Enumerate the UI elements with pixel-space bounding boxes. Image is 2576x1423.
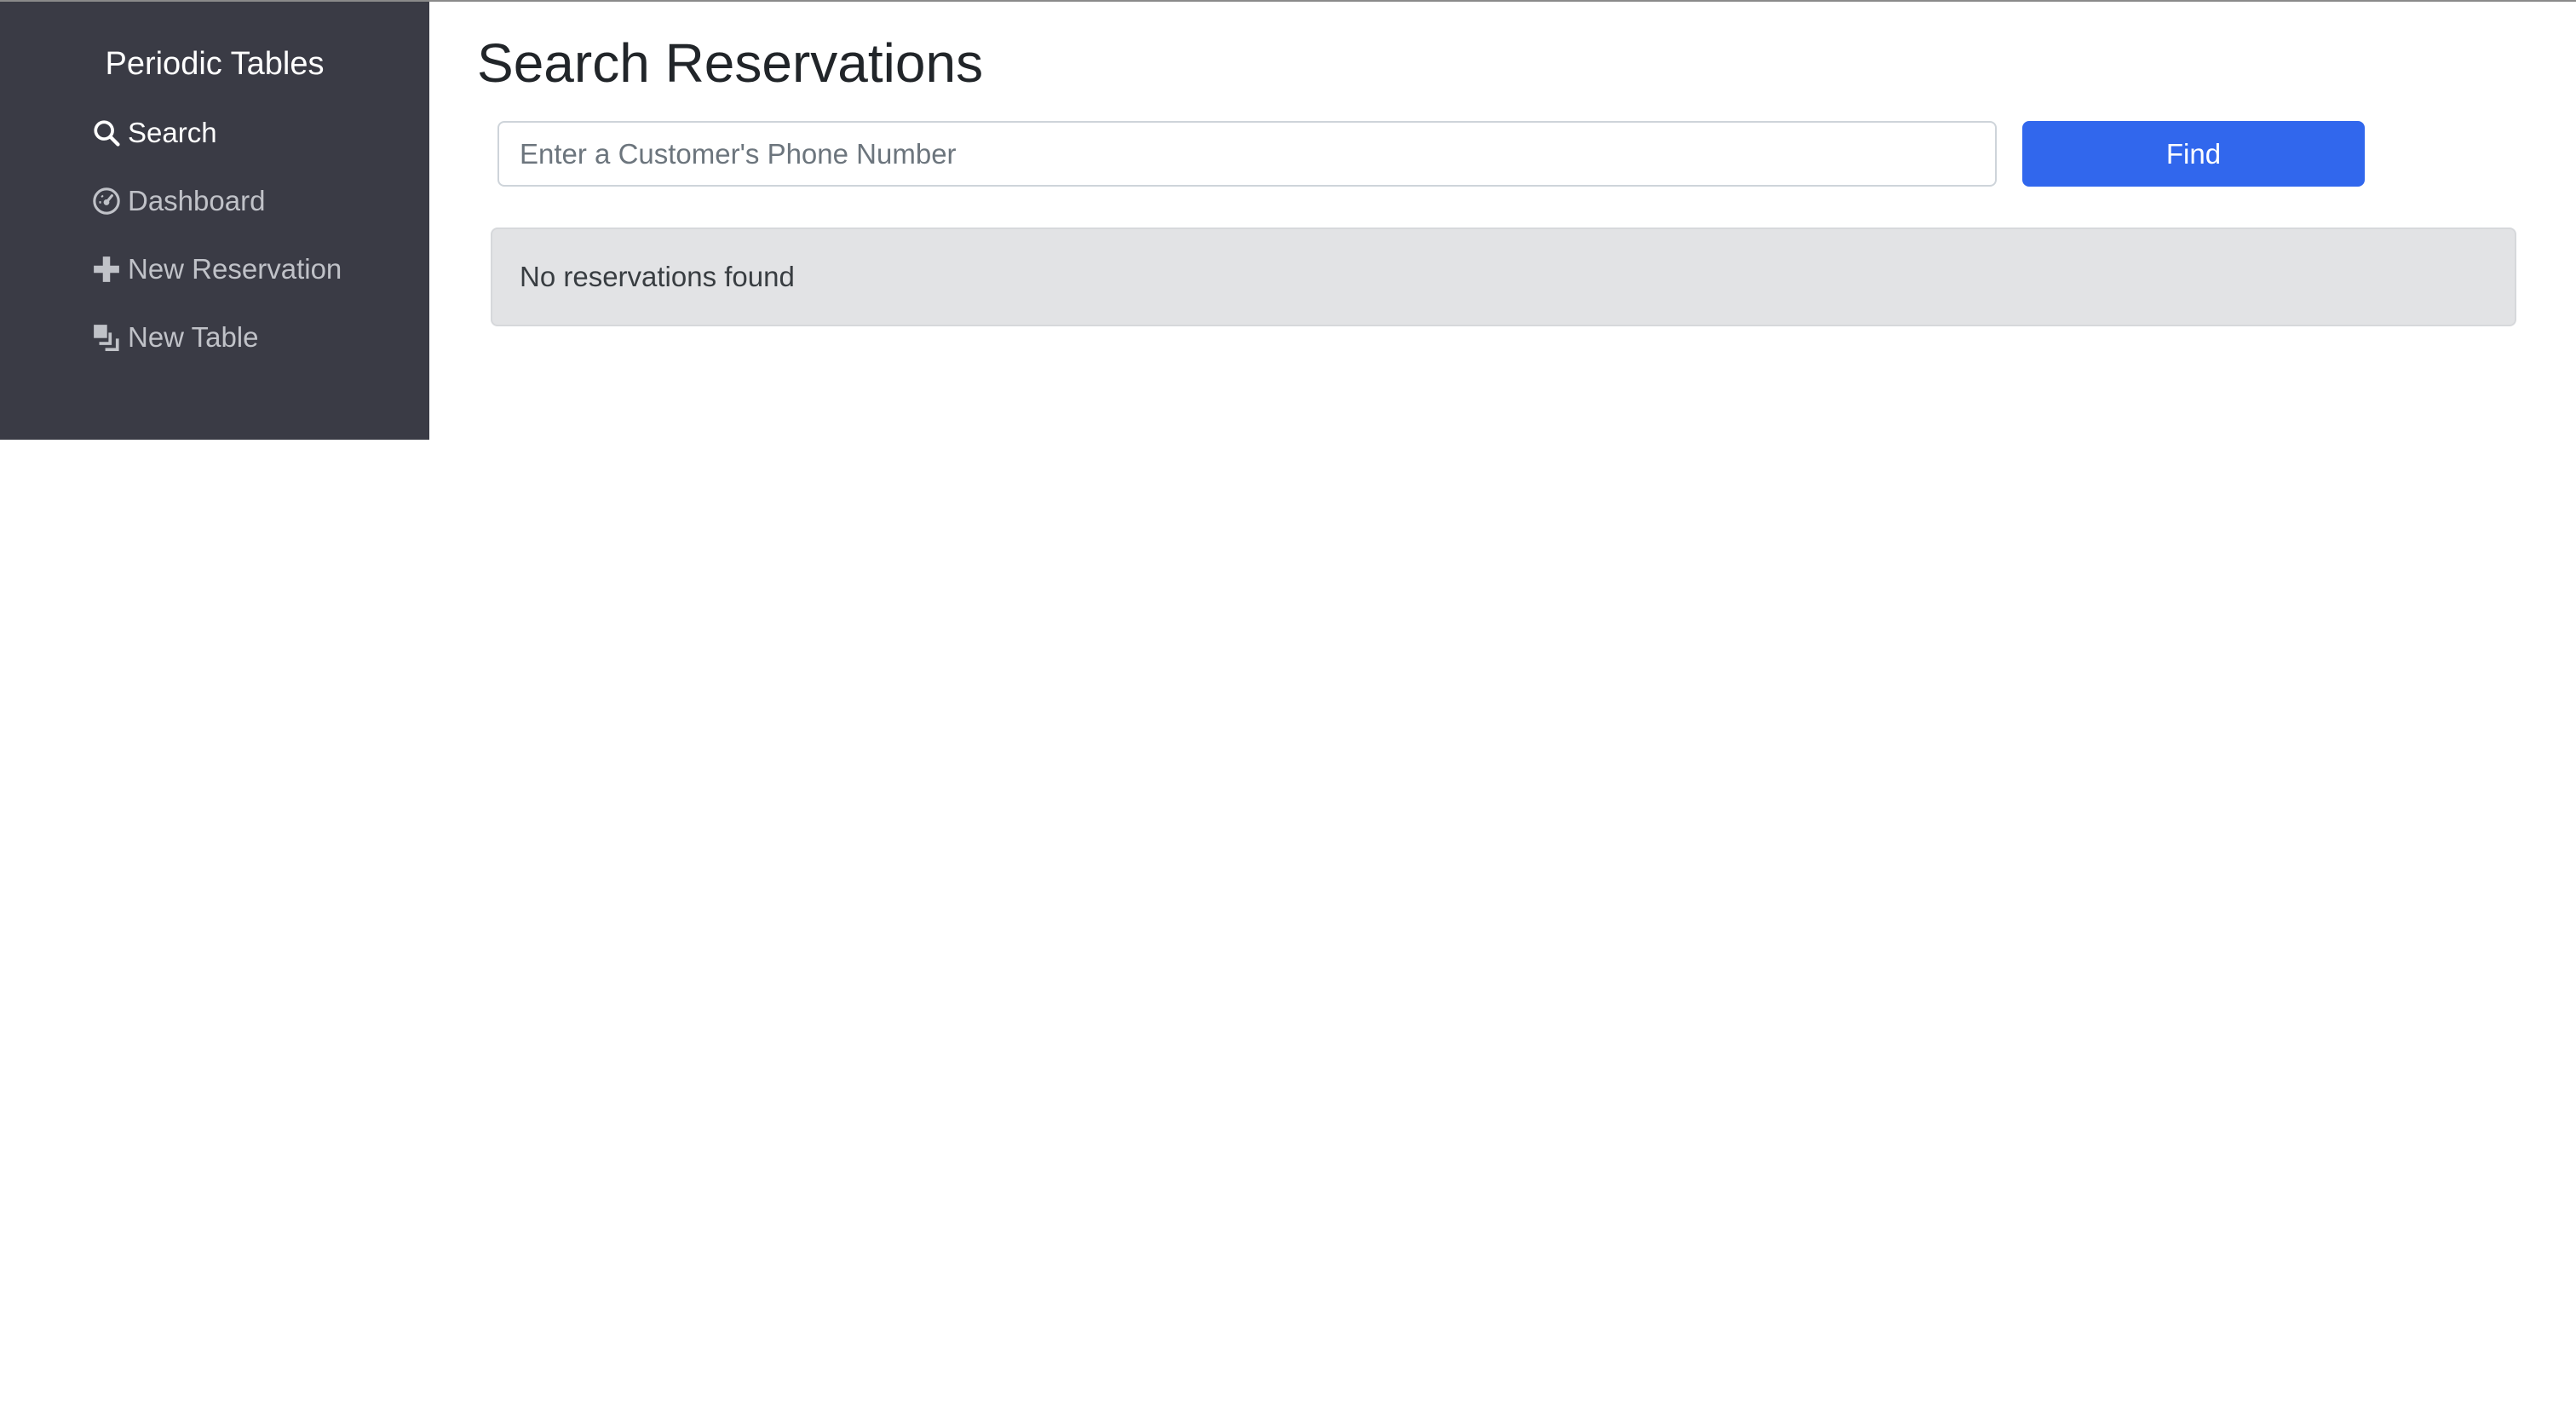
sidebar-item-dashboard[interactable]: Dashboard bbox=[92, 180, 265, 222]
plus-icon bbox=[94, 256, 119, 282]
no-results-alert: No reservations found bbox=[491, 228, 2516, 326]
sidebar-item-new-table[interactable]: New Table bbox=[92, 316, 258, 359]
brand-title[interactable]: Periodic Tables bbox=[0, 43, 429, 85]
sidebar-item-label: New Table bbox=[128, 321, 259, 353]
phone-search-input[interactable] bbox=[497, 121, 1997, 187]
sidebar-item-search[interactable]: Search bbox=[92, 112, 217, 154]
top-border bbox=[0, 0, 2576, 2]
main-content: Search Reservations Find No reservations… bbox=[429, 0, 2576, 1423]
table-icon bbox=[94, 325, 119, 352]
sidebar-item-new-reservation[interactable]: New Reservation bbox=[92, 248, 342, 291]
sidebar-item-label: Dashboard bbox=[128, 185, 266, 216]
sidebar: Periodic Tables Search Dashboard New Res… bbox=[0, 0, 429, 440]
page-title: Search Reservations bbox=[477, 32, 984, 94]
no-results-message: No reservations found bbox=[520, 261, 795, 292]
sidebar-item-label: Search bbox=[128, 117, 217, 148]
search-icon bbox=[94, 120, 120, 147]
dashboard-icon bbox=[93, 187, 120, 215]
sidebar-item-label: New Reservation bbox=[128, 253, 342, 285]
find-button[interactable]: Find bbox=[2022, 121, 2365, 187]
